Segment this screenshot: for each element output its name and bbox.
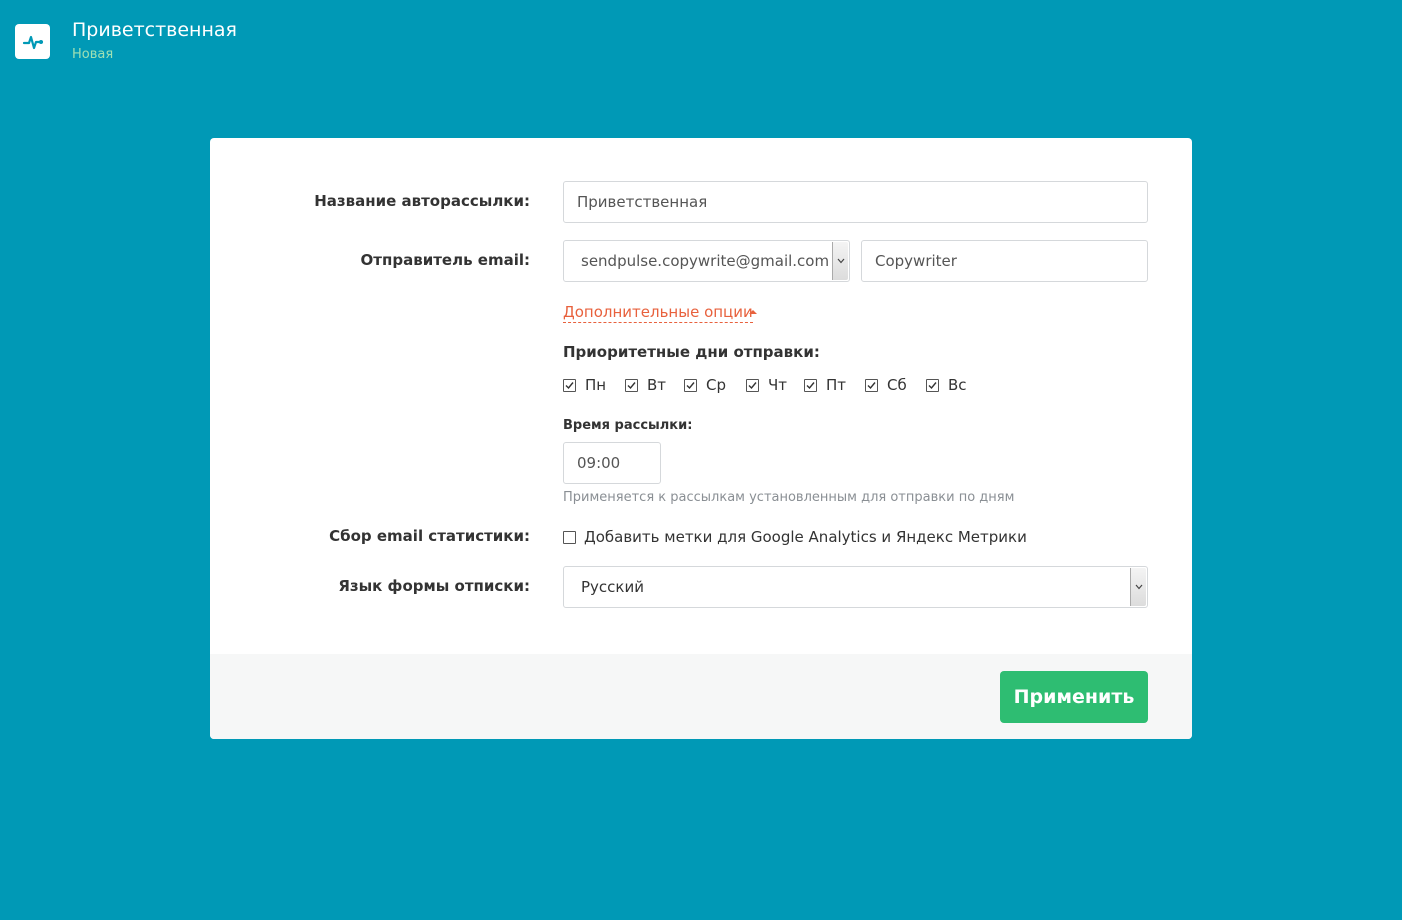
time-input[interactable]: 09:00 bbox=[563, 442, 661, 484]
checkbox-checked-icon[interactable] bbox=[865, 378, 878, 392]
priority-days-label: Приоритетные дни отправки: bbox=[563, 343, 820, 361]
settings-card: Название авторассылки: Приветственная От… bbox=[210, 138, 1192, 739]
checkbox-checked-icon[interactable] bbox=[746, 378, 759, 392]
top-bar: Приветственная Новая bbox=[0, 0, 1402, 90]
day-checkbox-thu[interactable]: Чт bbox=[746, 375, 787, 395]
day-label: Сб bbox=[887, 376, 907, 394]
checkbox-checked-icon[interactable] bbox=[563, 378, 576, 392]
lang-select-value: Русский bbox=[581, 578, 644, 596]
checkbox-unchecked-icon[interactable] bbox=[563, 530, 576, 544]
day-label: Пн bbox=[585, 376, 607, 394]
name-input[interactable]: Приветственная bbox=[563, 181, 1148, 223]
chevron-down-icon[interactable] bbox=[832, 242, 848, 280]
day-label: Чт bbox=[768, 376, 788, 394]
stats-checkbox[interactable]: Добавить метки для Google Analytics и Ян… bbox=[563, 527, 1027, 547]
advanced-options-link[interactable]: Дополнительные опции bbox=[563, 302, 753, 323]
day-label: Вт bbox=[647, 376, 667, 394]
lang-label: Язык формы отписки: bbox=[338, 577, 530, 595]
checkbox-checked-icon[interactable] bbox=[926, 378, 939, 392]
sender-label: Отправитель email: bbox=[360, 251, 530, 269]
page-title: Приветственная bbox=[72, 19, 237, 41]
day-checkbox-fri[interactable]: Пт bbox=[804, 375, 846, 395]
card-footer: Применить bbox=[210, 654, 1192, 739]
sender-name-value: Copywriter bbox=[875, 252, 957, 270]
checkbox-checked-icon[interactable] bbox=[684, 378, 697, 392]
day-label: Вс bbox=[948, 376, 967, 394]
day-label: Ср bbox=[706, 376, 726, 394]
caret-up-icon[interactable] bbox=[749, 310, 757, 314]
stats-checkbox-label: Добавить метки для Google Analytics и Ян… bbox=[584, 528, 1027, 546]
day-checkbox-sat[interactable]: Сб bbox=[865, 375, 907, 395]
pulse-logo-icon[interactable] bbox=[15, 24, 50, 59]
name-input-value: Приветственная bbox=[577, 193, 708, 211]
name-label: Название авторассылки: bbox=[314, 192, 530, 210]
checkbox-checked-icon[interactable] bbox=[804, 378, 817, 392]
time-input-value: 09:00 bbox=[577, 454, 621, 472]
sender-email-select[interactable]: sendpulse.copywrite@gmail.com bbox=[563, 240, 850, 282]
time-label: Время рассылки: bbox=[563, 418, 693, 433]
day-label: Пт bbox=[826, 376, 847, 394]
day-checkbox-sun[interactable]: Вс bbox=[926, 375, 967, 395]
day-checkbox-mon[interactable]: Пн bbox=[563, 375, 606, 395]
checkbox-checked-icon[interactable] bbox=[625, 378, 638, 392]
day-checkbox-wed[interactable]: Ср bbox=[684, 375, 726, 395]
day-checkbox-tue[interactable]: Вт bbox=[625, 375, 666, 395]
chevron-down-icon[interactable] bbox=[1130, 568, 1146, 606]
sender-email-value: sendpulse.copywrite@gmail.com bbox=[581, 252, 830, 270]
lang-select[interactable]: Русский bbox=[563, 566, 1148, 608]
sender-name-input[interactable]: Copywriter bbox=[861, 240, 1148, 282]
status-label: Новая bbox=[72, 47, 114, 62]
time-hint: Применяется к рассылкам установленным дл… bbox=[563, 490, 1015, 505]
apply-button[interactable]: Применить bbox=[1000, 671, 1148, 723]
stats-label: Сбор email статистики: bbox=[329, 527, 530, 545]
